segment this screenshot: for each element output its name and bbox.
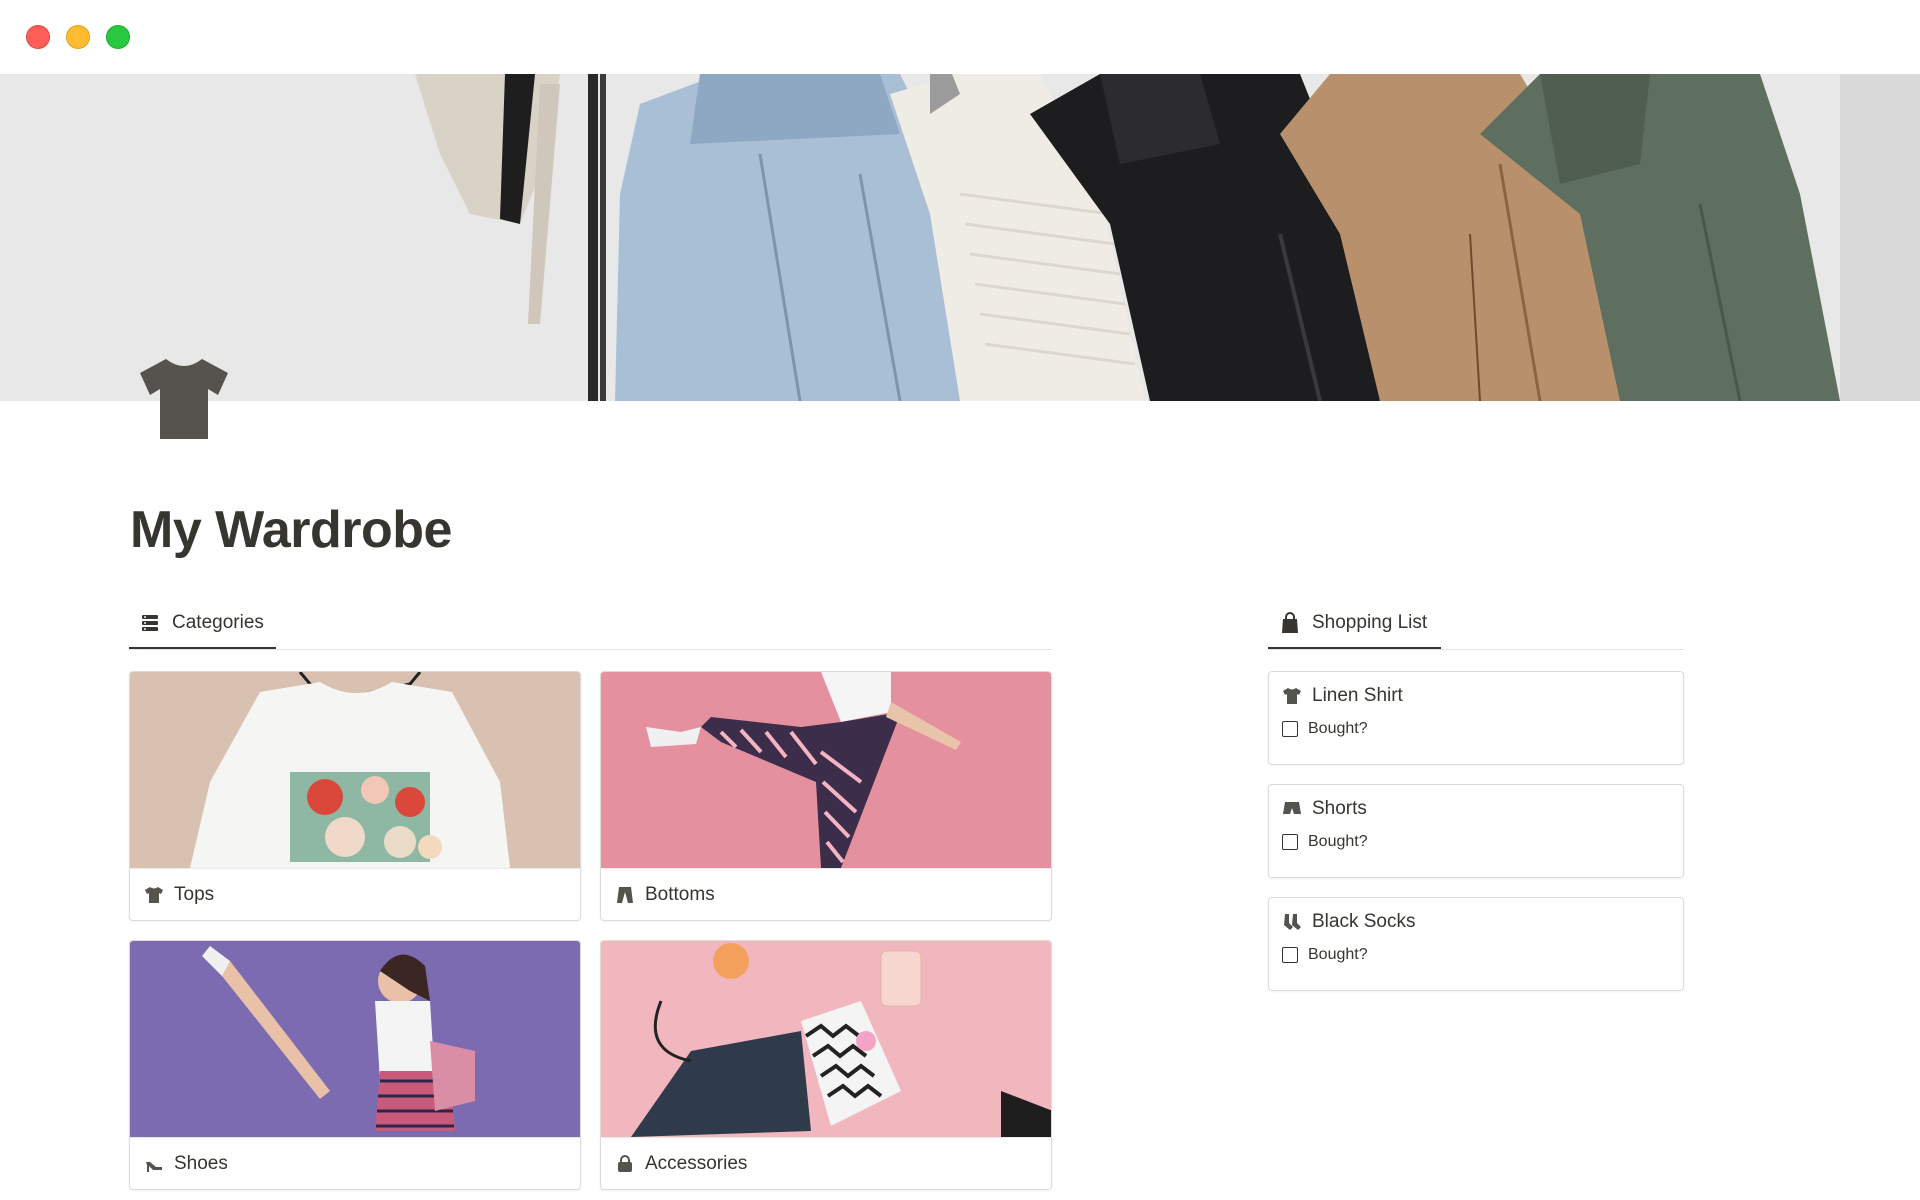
gallery-card-caption: Tops xyxy=(130,868,580,920)
maximize-window-button[interactable] xyxy=(106,25,130,49)
tab-categories-label: Categories xyxy=(172,612,264,633)
trousers-icon xyxy=(617,886,633,903)
high-heel-icon xyxy=(146,1161,162,1172)
shopping-item-shorts[interactable]: Shorts Bought? xyxy=(1268,784,1684,878)
bought-checkbox[interactable] xyxy=(1282,721,1298,737)
tab-shopping-list-label: Shopping List xyxy=(1312,612,1428,633)
page-cover-image[interactable] xyxy=(0,74,1920,401)
shopping-bag-icon xyxy=(1282,612,1298,633)
shopping-item-black-socks[interactable]: Black Socks Bought? xyxy=(1268,897,1684,991)
gallery-card-title: Tops xyxy=(174,883,215,905)
socks-icon xyxy=(1284,914,1301,930)
woman-purple-background-photo xyxy=(130,941,580,1137)
clothes-rack-illustration xyxy=(0,74,1920,401)
white-floral-tshirt-photo xyxy=(130,672,580,868)
gallery-card-tops[interactable]: Tops xyxy=(129,671,581,921)
gallery-card-shoes[interactable]: Shoes xyxy=(129,940,581,1190)
gallery-card-title: Bottoms xyxy=(645,883,715,905)
database-icon xyxy=(142,615,158,631)
close-window-button[interactable] xyxy=(26,25,50,49)
bought-checkbox[interactable] xyxy=(1282,947,1298,963)
tab-categories[interactable]: Categories xyxy=(140,612,264,634)
shorts-icon xyxy=(1283,802,1301,814)
gallery-card-caption: Bottoms xyxy=(601,868,1051,920)
bags-pink-flatlay-photo xyxy=(601,941,1051,1137)
gallery-card-accessories[interactable]: Accessories xyxy=(600,940,1052,1190)
shopping-item-name: Linen Shirt xyxy=(1312,685,1403,706)
handbag-icon xyxy=(618,1154,632,1172)
minimize-window-button[interactable] xyxy=(66,25,90,49)
t-shirt-icon xyxy=(1283,688,1301,704)
tab-shopping-list[interactable]: Shopping List xyxy=(1280,612,1427,634)
shopping-item-name: Shorts xyxy=(1312,798,1367,819)
bought-label: Bought? xyxy=(1308,946,1368,963)
page-title[interactable]: My Wardrobe xyxy=(130,500,452,560)
shopping-list-divider xyxy=(1268,649,1684,650)
t-shirt-icon xyxy=(140,359,228,439)
striped-pants-pink-photo xyxy=(601,672,1051,868)
gallery-card-title: Shoes xyxy=(174,1152,228,1174)
t-shirt-icon xyxy=(145,886,163,903)
gallery-card-title: Accessories xyxy=(645,1152,748,1174)
page-icon[interactable] xyxy=(136,355,232,441)
bought-checkbox[interactable] xyxy=(1282,834,1298,850)
gallery-card-caption: Accessories xyxy=(601,1137,1051,1189)
shopping-item-linen-shirt[interactable]: Linen Shirt Bought? xyxy=(1268,671,1684,765)
gallery-card-caption: Shoes xyxy=(130,1137,580,1189)
bought-label: Bought? xyxy=(1308,833,1368,850)
gallery-card-bottoms[interactable]: Bottoms xyxy=(600,671,1052,921)
categories-divider xyxy=(129,649,1052,650)
bought-label: Bought? xyxy=(1308,720,1368,737)
window-titlebar xyxy=(0,0,1920,74)
shopping-item-name: Black Socks xyxy=(1312,911,1416,932)
